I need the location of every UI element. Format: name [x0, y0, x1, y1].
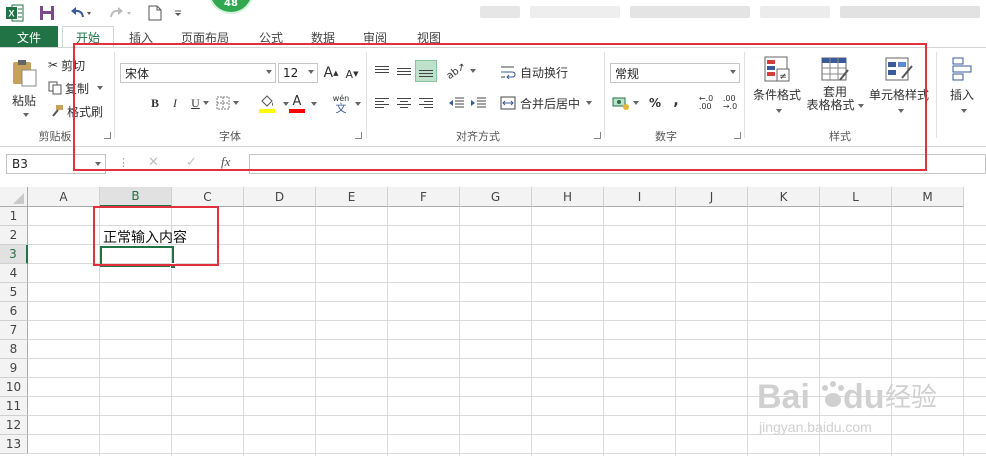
row-header-1[interactable]: 1 — [0, 207, 28, 226]
column-header-D[interactable]: D — [244, 187, 316, 207]
row-header-2[interactable]: 2 — [0, 226, 28, 245]
row-gridline — [28, 339, 986, 340]
row-header-6[interactable]: 6 — [0, 302, 28, 321]
quick-access-toolbar: X 48 — [0, 0, 986, 26]
column-header-M[interactable]: M — [892, 187, 964, 207]
row-header-11[interactable]: 11 — [0, 397, 28, 416]
row-gridline — [28, 453, 986, 454]
column-header-B[interactable]: B — [100, 187, 172, 207]
row-header-4[interactable]: 4 — [0, 264, 28, 283]
row-gridline — [28, 358, 986, 359]
row-gridline — [28, 282, 986, 283]
baidu-watermark: Bai du 经验 jingyan.baidu.com — [757, 370, 937, 440]
column-header-F[interactable]: F — [388, 187, 460, 207]
column-header-L[interactable]: L — [820, 187, 892, 207]
row-gridline — [28, 301, 986, 302]
scissors-icon: ✂ — [48, 58, 59, 72]
clipboard-icon — [13, 59, 37, 86]
group-separator — [936, 52, 937, 138]
row-header-8[interactable]: 8 — [0, 340, 28, 359]
select-all-button[interactable] — [0, 187, 28, 207]
paste-button[interactable]: 粘贴 — [6, 56, 42, 118]
column-header-G[interactable]: G — [460, 187, 532, 207]
blurred-title-region — [760, 6, 830, 18]
row-header-7[interactable]: 7 — [0, 321, 28, 340]
insert-cells-icon — [952, 57, 972, 81]
column-header-A[interactable]: A — [28, 187, 100, 207]
column-header-H[interactable]: H — [532, 187, 604, 207]
customize-quick-access-icon[interactable] — [172, 3, 184, 23]
column-header-J[interactable]: J — [676, 187, 748, 207]
tab-file[interactable]: 文件 — [0, 26, 58, 48]
blurred-title-region — [480, 6, 520, 18]
blurred-title-region — [530, 6, 620, 18]
column-header-C[interactable]: C — [172, 187, 244, 207]
paste-label: 粘贴 — [11, 93, 36, 108]
notification-badge: 48 — [208, 0, 254, 14]
new-document-icon[interactable] — [146, 3, 164, 23]
svg-text:经验: 经验 — [885, 383, 937, 413]
insert-cells-label: 插入 — [949, 88, 974, 102]
ribbon-highlight-box — [73, 43, 927, 171]
column-header-K[interactable]: K — [748, 187, 820, 207]
blurred-title-region — [840, 6, 980, 18]
row-gridline — [28, 320, 986, 321]
svg-text:jingyan.baidu.com: jingyan.baidu.com — [758, 419, 872, 435]
column-header-I[interactable]: I — [604, 187, 676, 207]
copy-icon — [48, 81, 62, 95]
cell-highlight-box — [93, 206, 219, 266]
svg-text:Bai: Bai — [757, 378, 810, 416]
chevron-down-icon — [960, 109, 967, 113]
save-icon[interactable] — [36, 3, 58, 23]
chevron-down-icon — [22, 112, 29, 117]
redo-icon[interactable] — [104, 3, 136, 23]
blurred-title-region — [630, 6, 750, 18]
excel-logo-icon: X — [4, 3, 26, 23]
row-header-5[interactable]: 5 — [0, 283, 28, 302]
undo-icon[interactable] — [64, 3, 96, 23]
row-header-13[interactable]: 13 — [0, 435, 28, 454]
column-header-E[interactable]: E — [316, 187, 388, 207]
row-header-10[interactable]: 10 — [0, 378, 28, 397]
row-header-12[interactable]: 12 — [0, 416, 28, 435]
insert-cells-button[interactable]: 插入 — [942, 56, 982, 122]
svg-text:du: du — [843, 378, 885, 416]
name-box-value: B3 — [12, 157, 28, 171]
row-header-3[interactable]: 3 — [0, 245, 28, 264]
svg-text:X: X — [8, 9, 14, 19]
row-header-9[interactable]: 9 — [0, 359, 28, 378]
paintbrush-icon — [52, 105, 63, 117]
